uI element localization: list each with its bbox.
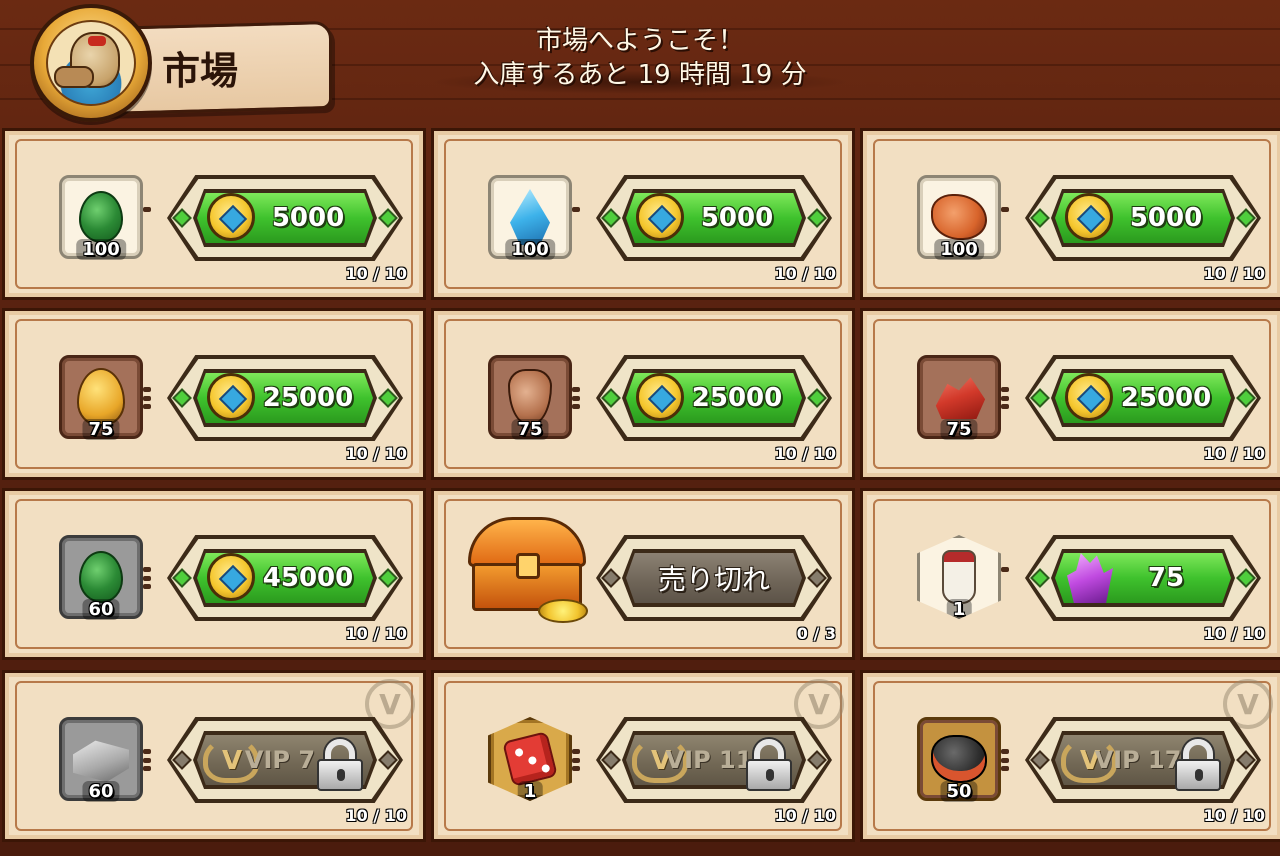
vip-locked-button[interactable]: VIP 17 (1025, 717, 1261, 803)
vip-requirement-label: VIP 17 (1094, 746, 1182, 774)
item-quantity: 60 (82, 599, 120, 620)
market-slot: 100 5000 10 / 10 (431, 128, 855, 300)
buy-button[interactable]: 75 (1025, 535, 1261, 621)
market-slot: 75 25000 10 / 10 (2, 308, 426, 480)
stock-count: 0 / 3 (796, 624, 836, 643)
sold-out-button[interactable]: 売り切れ (596, 535, 832, 621)
lock-icon (317, 739, 363, 791)
item-quantity: 1 (517, 781, 543, 801)
frame-connector (572, 387, 580, 409)
stock-count: 10 / 10 (345, 806, 407, 825)
clay-vase-icon[interactable]: 75 (488, 355, 572, 440)
price-label: 75 (1147, 563, 1185, 593)
item-quantity: 100 (934, 239, 984, 260)
buy-button[interactable]: 5000 (596, 175, 832, 261)
stock-count: 10 / 10 (774, 806, 836, 825)
buy-button[interactable]: 5000 (1025, 175, 1261, 261)
silver-bars-icon[interactable]: 60 (59, 717, 143, 802)
item-quantity: 100 (76, 239, 126, 260)
frame-connector (1001, 567, 1009, 589)
price-label: 5000 (271, 203, 345, 233)
price-label: 25000 (1120, 383, 1212, 413)
welcome-message: 市場へようこそ！ 入庫するあと 19 時間 19 分 (420, 24, 860, 92)
treasure-chest-icon[interactable] (468, 517, 588, 627)
gold-coin-icon (636, 193, 684, 241)
stock-count: 10 / 10 (774, 264, 836, 283)
market-slot: 売り切れ 0 / 3 (431, 488, 855, 660)
gold-coin-icon (1065, 373, 1113, 421)
gold-coin-icon (207, 553, 255, 601)
market-slot: 75 25000 10 / 10 (431, 308, 855, 480)
market-slot: V 1 VIP 11 10 / 10 (431, 670, 855, 842)
market-slot: V 50 VIP 17 10 / 10 (860, 670, 1280, 842)
frame-connector (143, 387, 151, 409)
frame-connector (1001, 387, 1009, 409)
market-header: 市場 市場へようこそ！ 入庫するあと 19 時間 19 分 (0, 0, 1280, 124)
stock-count: 10 / 10 (1203, 806, 1265, 825)
item-quantity: 1 (946, 599, 972, 619)
market-grid: 100 5000 10 / 10 100 5000 10 / 10 100 50… (0, 124, 1280, 856)
stock-count: 10 / 10 (1203, 264, 1265, 283)
item-quantity: 75 (82, 419, 120, 440)
gold-coin-icon (207, 373, 255, 421)
golden-egg-icon[interactable]: 75 (59, 355, 143, 440)
gold-coin-icon (1065, 193, 1113, 241)
frame-connector (143, 567, 151, 589)
buy-button[interactable]: 25000 (167, 355, 403, 441)
frame-connector (143, 207, 151, 229)
orange-ore-icon[interactable]: 100 (917, 175, 1001, 260)
green-gem-icon[interactable]: 60 (59, 535, 143, 620)
welcome-line: 市場へようこそ！ (535, 26, 744, 56)
red-dice-icon[interactable]: 1 (488, 717, 572, 801)
market-slot: V 60 VIP 7 10 / 10 (2, 670, 426, 842)
lock-icon (746, 739, 792, 791)
market-slot: 100 5000 10 / 10 (860, 128, 1280, 300)
item-quantity: 60 (82, 781, 120, 802)
price-label: 45000 (262, 563, 354, 593)
vip-locked-button[interactable]: VIP 11 (596, 717, 832, 803)
stock-count: 10 / 10 (1203, 444, 1265, 463)
market-slot: 100 5000 10 / 10 (2, 128, 426, 300)
sold-out-label: 売り切れ (657, 563, 770, 596)
frame-connector (1001, 207, 1009, 229)
item-quantity: 75 (940, 419, 978, 440)
frame-connector (1001, 749, 1009, 771)
market-emblem-icon (30, 4, 152, 122)
buy-button[interactable]: 25000 (596, 355, 832, 441)
stock-count: 10 / 10 (345, 264, 407, 283)
buy-button[interactable]: 25000 (1025, 355, 1261, 441)
frame-connector (572, 749, 580, 771)
page-title: 市場 (162, 49, 239, 93)
stock-count: 10 / 10 (345, 444, 407, 463)
price-label: 25000 (691, 383, 783, 413)
item-quantity: 100 (505, 239, 555, 260)
gold-coin-icon (207, 193, 255, 241)
market-slot: 75 25000 10 / 10 (860, 308, 1280, 480)
restock-timer: 入庫するあと 19 時間 19 分 (473, 60, 807, 90)
frame-connector (143, 749, 151, 771)
item-quantity: 75 (511, 419, 549, 440)
price-label: 5000 (700, 203, 774, 233)
coal-ore-icon[interactable]: 50 (917, 717, 1001, 802)
green-gem-icon[interactable]: 100 (59, 175, 143, 260)
buy-button[interactable]: 45000 (167, 535, 403, 621)
market-slot: 60 45000 10 / 10 (2, 488, 426, 660)
white-tassel-icon[interactable]: 1 (917, 535, 1001, 619)
frame-connector (572, 207, 580, 229)
lock-icon (1175, 739, 1221, 791)
stock-count: 10 / 10 (1203, 624, 1265, 643)
vip-requirement-label: VIP 7 (244, 746, 316, 774)
vip-locked-button[interactable]: VIP 7 (167, 717, 403, 803)
market-slot: 1 75 10 / 10 (860, 488, 1280, 660)
item-quantity: 50 (940, 781, 978, 802)
price-label: 25000 (262, 383, 354, 413)
gold-coin-icon (636, 373, 684, 421)
price-label: 5000 (1129, 203, 1203, 233)
blue-crystal-icon[interactable]: 100 (488, 175, 572, 260)
stock-count: 10 / 10 (774, 444, 836, 463)
stock-count: 10 / 10 (345, 624, 407, 643)
vip-requirement-label: VIP 11 (665, 746, 753, 774)
red-ore-icon[interactable]: 75 (917, 355, 1001, 440)
buy-button[interactable]: 5000 (167, 175, 403, 261)
